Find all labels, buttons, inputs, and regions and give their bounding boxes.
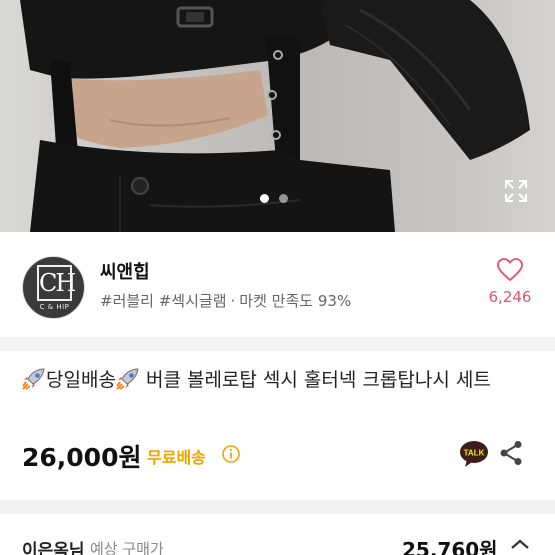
- seller-meta: #러블리 #섹시글램 · 마켓 만족도 93%: [100, 290, 351, 311]
- slide-dot-active[interactable]: [260, 194, 269, 203]
- seller-tags: #러블리 #섹시글램: [100, 292, 227, 310]
- slide-dot[interactable]: [279, 194, 288, 203]
- rocket-icon: [116, 368, 139, 390]
- heart-icon[interactable]: [497, 258, 523, 282]
- kakao-talk-button[interactable]: TALK: [459, 440, 489, 472]
- expected-price-label: 예상 구매가: [90, 540, 164, 555]
- seller-avatar[interactable]: CH C & HIP: [22, 256, 85, 319]
- info-icon[interactable]: [222, 445, 240, 463]
- chevron-down-icon[interactable]: [510, 538, 530, 552]
- title-rest: 버클 볼레로탑 섹시 홀터넥 크롭탑나시 세트: [139, 369, 491, 391]
- buyer-name: 이은옥님: [22, 541, 85, 555]
- product-photo[interactable]: [0, 0, 555, 232]
- expected-purchase-row[interactable]: 이은옥님 예상 구매가 25,760원: [22, 532, 537, 555]
- like-button[interactable]: 6,246: [482, 258, 538, 306]
- seller-name[interactable]: 씨앤힙: [100, 258, 150, 284]
- section-divider: [0, 500, 555, 514]
- title-prefix: 당일배송: [46, 369, 116, 391]
- kakao-talk-icon[interactable]: TALK: [459, 440, 489, 468]
- avatar-monogram: CH: [37, 265, 76, 301]
- talk-label: TALK: [464, 449, 485, 458]
- price-row: 26,000원 무료배송 TALK: [22, 436, 537, 472]
- avatar-caption: C & HIP: [39, 303, 70, 311]
- meta-separator: ·: [230, 292, 236, 310]
- share-icon[interactable]: [499, 440, 523, 466]
- slide-indicator[interactable]: [260, 194, 288, 203]
- satisfaction-label: 마켓 만족도: [239, 292, 314, 310]
- rocket-icon: [22, 368, 45, 390]
- product-title: 당일배송 버클 볼레로탑 섹시 홀터넥 크롭탑나시 세트: [22, 366, 537, 395]
- share-button[interactable]: [499, 440, 523, 470]
- seller-section: CH C & HIP 씨앤힙 #러블리 #섹시글램 · 마켓 만족도 93% 6,2…: [0, 232, 555, 337]
- like-count: 6,246: [488, 288, 532, 306]
- section-divider: [0, 337, 555, 351]
- expand-icon[interactable]: [503, 178, 529, 204]
- product-price: 26,000원: [22, 443, 142, 472]
- satisfaction-value: 93%: [317, 292, 352, 310]
- expected-price: 25,760원: [402, 538, 498, 555]
- free-shipping-badge: 무료배송: [147, 448, 206, 467]
